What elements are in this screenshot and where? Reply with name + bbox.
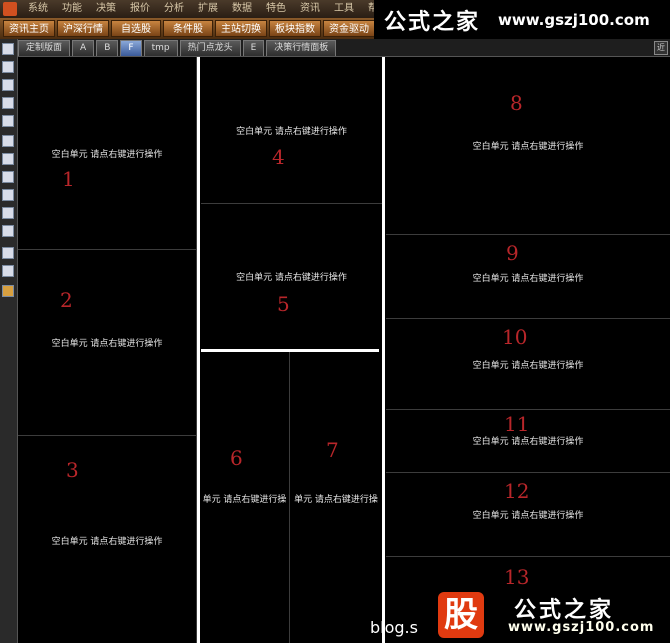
left-toolbar — [0, 39, 18, 643]
brand-name: 公式之家 — [384, 9, 481, 35]
news-icon[interactable] — [2, 207, 14, 219]
tab-b[interactable]: B — [96, 40, 119, 56]
blank-cell-2[interactable]: 空白单元 请点右键进行操作 2 — [18, 250, 196, 435]
cell-number: 2 — [60, 288, 73, 312]
menu-system[interactable]: 系统 — [21, 0, 55, 18]
stamp-url: www.gszj100.com — [508, 620, 655, 635]
app-logo-icon — [3, 2, 17, 16]
settings-icon[interactable] — [2, 265, 14, 277]
cell-number: 7 — [326, 438, 339, 462]
tab-a[interactable]: A — [72, 40, 95, 56]
cell-hint: 单元 请点右键进行操 — [202, 495, 287, 505]
cell-hint: 单元 请点右键进行操 — [294, 495, 378, 505]
menu-tools[interactable]: 工具 — [327, 0, 361, 18]
menu-data[interactable]: 数据 — [225, 0, 259, 18]
menu-info[interactable]: 资讯 — [293, 0, 327, 18]
cell-hint: 空白单元 请点右键进行操作 — [472, 361, 584, 371]
cell-hint: 空白单元 请点右键进行操作 — [472, 274, 584, 284]
news-home-button[interactable]: 资讯主页 — [3, 20, 55, 37]
menu-decision[interactable]: 决策 — [89, 0, 123, 18]
cell-number: 3 — [66, 458, 79, 482]
blank-cell-7[interactable]: 单元 请点右键进行操 7 — [290, 352, 382, 643]
cell-hint: 空白单元 请点右键进行操作 — [472, 511, 584, 521]
cell-number: 5 — [277, 292, 290, 316]
menu-analysis[interactable]: 分析 — [157, 0, 191, 18]
pencil-icon[interactable] — [2, 285, 14, 297]
tab-tmp[interactable]: tmp — [143, 40, 178, 56]
blank-cell-4[interactable]: 空白单元 请点右键进行操作 4 — [201, 57, 382, 203]
cell-hint: 空白单元 请点右键进行操作 — [51, 537, 163, 547]
condition-stock-button[interactable]: 条件股 — [163, 20, 213, 37]
blank-cell-12[interactable]: 空白单元 请点右键进行操作 12 — [386, 473, 670, 556]
tab-e[interactable]: E — [242, 40, 265, 56]
cell-hint: 空白单元 请点右键进行操作 — [236, 127, 347, 137]
quote-list-icon[interactable] — [2, 43, 14, 55]
document-icon[interactable] — [2, 171, 14, 183]
cell-number: 4 — [272, 145, 285, 169]
brand-url: www.gszj100.com — [498, 10, 650, 29]
cell-hint: 空白单元 请点右键进行操作 — [472, 142, 584, 152]
menu-extend[interactable]: 扩展 — [191, 0, 225, 18]
cell-number: 12 — [504, 479, 530, 503]
cell-number: 8 — [510, 91, 523, 115]
menu-feature[interactable]: 特色 — [259, 0, 293, 18]
cell-number: 1 — [62, 167, 75, 191]
blog-watermark: blog.s — [370, 618, 418, 637]
grid-icon[interactable] — [2, 61, 14, 73]
search-icon[interactable] — [2, 225, 14, 237]
blank-cell-5[interactable]: 空白单元 请点右键进行操作 5 — [201, 204, 382, 349]
tab-f[interactable]: F — [120, 40, 142, 56]
formula-icon[interactable] — [2, 189, 14, 201]
cell-number: 11 — [504, 412, 530, 436]
cell-number: 9 — [506, 241, 519, 265]
stamp-logo: 股 — [438, 592, 484, 638]
splitter-handle[interactable] — [382, 57, 385, 643]
brand-stamp: 股 公式之家 www.gszj100.com — [428, 590, 670, 643]
candlestick-icon[interactable] — [2, 97, 14, 109]
watchlist-button[interactable]: 自选股 — [111, 20, 161, 37]
cell-hint: 空白单元 请点右键进行操作 — [236, 273, 347, 283]
line-chart-icon[interactable] — [2, 79, 14, 91]
blank-cell-9[interactable]: 空白单元 请点右键进行操作 9 — [386, 235, 670, 318]
sector-index-button[interactable]: 板块指数 — [269, 20, 321, 37]
table-icon[interactable] — [2, 115, 14, 127]
cell-number: 10 — [502, 325, 528, 349]
cell-number: 13 — [504, 565, 530, 589]
market-quotes-button[interactable]: 沪深行情 — [57, 20, 109, 37]
layout-tabs: 定制版面 A B F tmp 热门点龙头 E 决策行情面板 近 — [18, 39, 670, 57]
brand-watermark: 公式之家 www.gszj100.com — [374, 0, 670, 39]
cell-number: 6 — [230, 446, 243, 470]
menu-function[interactable]: 功能 — [55, 0, 89, 18]
cell-hint: 空白单元 请点右键进行操作 — [51, 150, 163, 160]
tab-custom-layout[interactable]: 定制版面 — [18, 40, 71, 56]
tab-hot-leaders[interactable]: 热门点龙头 — [179, 40, 241, 56]
fund-driver-button[interactable]: 资金驱动 — [323, 20, 375, 37]
indicator-icon[interactable] — [2, 247, 14, 259]
cell-hint: 空白单元 请点右键进行操作 — [51, 339, 163, 349]
f10-icon[interactable] — [2, 135, 14, 147]
blank-cell-10[interactable]: 空白单元 请点右键进行操作 10 — [386, 319, 670, 409]
blank-cell-3[interactable]: 空白单元 请点右键进行操作 3 — [18, 436, 196, 643]
server-switch-button[interactable]: 主站切换 — [215, 20, 267, 37]
blank-cell-8[interactable]: 空白单元 请点右键进行操作 8 — [386, 57, 670, 234]
report-icon[interactable] — [2, 153, 14, 165]
blank-cell-1[interactable]: 空白单元 请点右键进行操作 1 — [18, 57, 196, 249]
menu-quote[interactable]: 报价 — [123, 0, 157, 18]
tab-corner-button[interactable]: 近 — [654, 41, 668, 55]
blank-cell-6[interactable]: 单元 请点右键进行操 6 — [200, 352, 289, 643]
blank-cell-11[interactable]: 空白单元 请点右键进行操作 11 — [386, 410, 670, 472]
tab-decision-panel[interactable]: 决策行情面板 — [266, 40, 337, 56]
